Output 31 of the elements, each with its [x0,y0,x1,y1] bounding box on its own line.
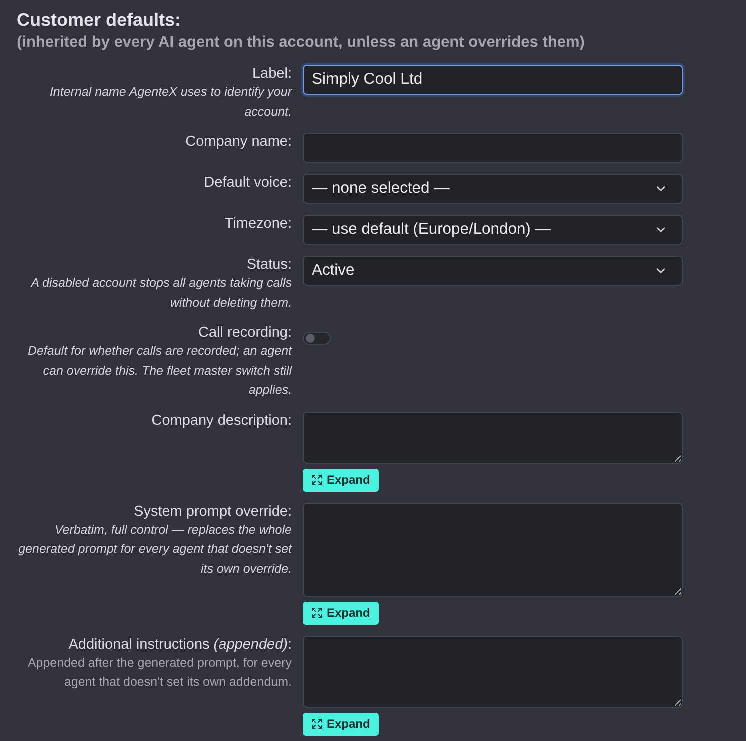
section-subtitle: (inherited by every AI agent on this account, unless an agent overrides them) [16,33,586,53]
field-label: Status: [246,256,292,274]
field-label: Default voice: [204,174,292,192]
section-title: Customer defaults: [16,9,182,32]
expand-icon [311,474,323,486]
expand-button[interactable]: Expand [303,468,380,492]
select-field[interactable]: Active [303,256,683,286]
expand-button[interactable]: Expand [303,712,380,736]
field-label: Company description: [152,412,292,430]
text-area[interactable] [303,412,683,464]
toggle-switch[interactable] [303,332,331,345]
text-input[interactable]: Simply Cool Ltd [303,65,683,95]
text-area[interactable] [303,636,683,708]
expand-icon [311,607,323,619]
text-input[interactable] [303,133,683,163]
field-hint: Internal name AgenteX uses to identify your account. [48,84,292,120]
field-hint: Appended after the generated prompt, for every agent that doesn't set its own addendum. [26,654,292,691]
field-label: System prompt override: [134,502,292,520]
field-label: Call recording: [198,324,292,342]
field-label: Timezone: [224,215,292,233]
field-label: Company name: [186,133,292,151]
field-hint: A disabled account stops all agents taking calls without deleting them. [30,275,292,312]
field-label: Label: [252,65,292,83]
field-hint: Default for whether calls are recorded; an agent can override this. The fleet master switch still applies. [26,343,292,399]
expand-icon [311,718,323,730]
field-label: Additional instructions (appended): [68,636,292,654]
expand-button[interactable]: Expand [303,602,380,624]
select-field[interactable]: — none selected — [303,174,683,204]
text-area[interactable] [303,502,683,596]
field-hint: Verbatim, full control — replaces the whole generated prompt for every agent that doesn't set its own override. [18,522,292,578]
select-field[interactable]: — use default (Europe/London) — [303,215,683,245]
